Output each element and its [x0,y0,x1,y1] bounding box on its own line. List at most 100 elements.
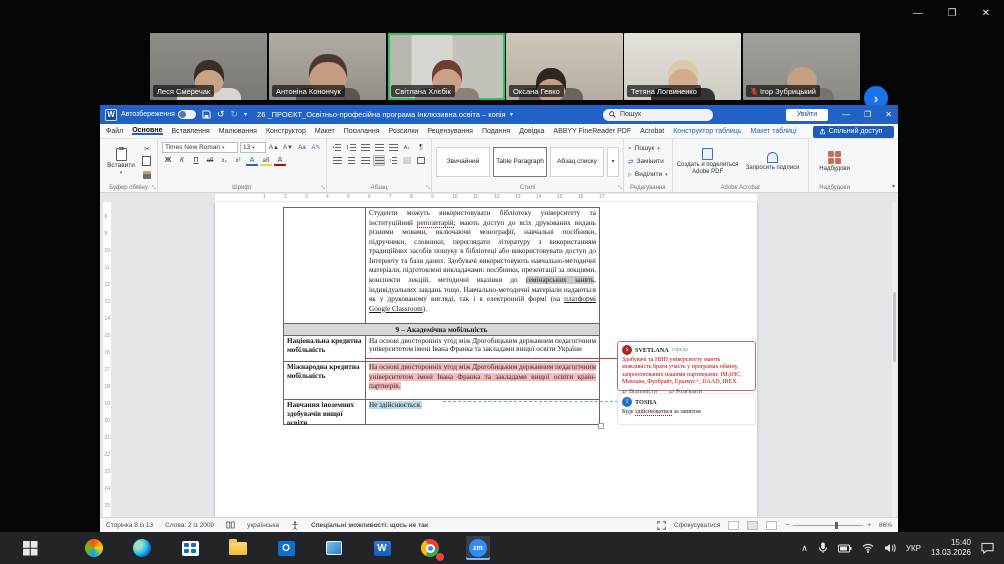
zoom-taskbar-button[interactable]: zm [466,536,490,560]
focus-button[interactable]: Сфокусуватися [674,522,720,529]
microphone-icon[interactable] [818,542,828,554]
clock[interactable]: 15:40 13.03.2026 [931,538,971,558]
tab-review[interactable]: Рецензування [427,128,473,135]
horizontal-ruler[interactable]: 1 2 3 4 5 6 7 8 9 10 11 12 13 14 15 16 17 [100,193,898,202]
tab-acrobat[interactable]: Acrobat [640,128,664,135]
borders-icon[interactable] [415,155,427,166]
select-button[interactable]: ▷ Виділити ▾ [628,169,668,180]
justify-icon[interactable] [373,155,385,166]
find-button[interactable]: ⌕ Пошук ▾ [628,143,668,154]
start-button[interactable] [18,536,42,560]
video-tile[interactable]: Антоніна Конончук [269,33,386,100]
volume-icon[interactable] [884,543,896,553]
language-indicator[interactable]: українська [247,522,279,529]
highlight-color-icon[interactable]: аб [260,155,272,166]
font-size-select[interactable]: 13 ▾ [240,142,266,153]
tab-home[interactable]: Основне [132,127,162,135]
video-tile[interactable]: Оксана Гевко [506,33,623,100]
battery-icon[interactable] [837,544,852,553]
italic-icon[interactable]: К [176,155,188,166]
show-marks-icon[interactable]: ¶ [415,142,427,153]
word-count[interactable]: Слова: 2 із 2009 [165,522,214,529]
photos-button[interactable] [322,536,346,560]
zoom-level[interactable]: 86% [879,522,892,529]
strikethrough-icon[interactable]: аб [204,155,216,166]
redo-icon[interactable]: ↻ [230,109,238,120]
store-button[interactable] [178,536,202,560]
cut-icon[interactable]: ✂ [141,143,153,154]
word-minimize-icon[interactable]: — [842,110,850,119]
table-cell-text[interactable]: На основі двосторонніх угод між Дрогобиц… [366,362,599,399]
document-page[interactable]: Студенти можуть використовувати бібліоте… [215,202,757,517]
numbering-icon[interactable]: 1 [345,142,357,153]
format-painter-icon[interactable] [141,169,153,180]
repository-link[interactable]: репозитарій [416,218,454,228]
zoom-slider[interactable]: − + [785,521,871,529]
video-tile-active-speaker[interactable]: Світлана Хлєбік [388,33,505,100]
increase-indent-icon[interactable] [387,142,399,153]
tab-table-layout[interactable]: Макет таблиці [750,128,796,135]
minimize-icon[interactable]: — [910,6,926,20]
save-icon[interactable] [202,110,211,119]
create-pdf-button[interactable]: Создать и поделиться Adobe PDF [677,142,739,181]
comment-card[interactable]: T TOSHA Буде здійснюватися за запитом [617,393,756,425]
maximize-icon[interactable]: ❐ [944,6,960,20]
styles-gallery-more-icon[interactable]: ▾ [607,146,619,177]
styles-dialog-launcher[interactable]: ⤡ [618,185,622,191]
tab-design[interactable]: Конструктор [266,128,306,135]
tab-draw[interactable]: Малювання [219,128,257,135]
undo-icon[interactable]: ↺ [217,109,225,120]
table-cell-text[interactable]: Не здійснюється. [366,400,599,424]
style-list-paragraph[interactable]: Абзац списку [550,146,604,177]
table-resize-handle[interactable] [598,423,604,429]
paste-button[interactable]: Вставити ▾ [104,142,138,181]
video-tile[interactable]: Тетяна Логвиненко [624,33,741,100]
print-layout-icon[interactable] [747,520,759,530]
table-cell-text[interactable]: Студенти можуть використовувати бібліоте… [366,208,599,323]
tab-file[interactable]: Файл [106,128,123,135]
collapse-ribbon-icon[interactable]: ▾ [892,183,895,190]
tab-mailings[interactable]: Розсилки [389,128,419,135]
align-center-icon[interactable] [345,155,357,166]
video-tile[interactable]: Леся Смеречак [150,33,267,100]
file-explorer-button[interactable] [226,536,250,560]
replace-button[interactable]: ⇄ Замінити [628,156,668,167]
autosave-toggle[interactable] [177,110,196,119]
style-normal[interactable]: Звичайний [436,146,490,177]
action-center-icon[interactable] [981,542,994,554]
scrollbar[interactable] [892,202,897,517]
shading-icon[interactable] [401,155,413,166]
edge-button[interactable] [130,536,154,560]
copilot-button[interactable] [82,536,106,560]
shrink-font-icon[interactable]: А▼ [282,142,294,153]
search-input[interactable]: Пошук [603,108,713,121]
clear-format-icon[interactable]: А✎ [310,142,322,153]
copy-icon[interactable] [141,155,153,167]
signin-button[interactable]: Увійти [786,108,828,121]
close-icon[interactable]: ✕ [978,6,994,20]
superscript-icon[interactable]: x² [232,155,244,166]
tab-view[interactable]: Подання [482,128,510,135]
vertical-ruler[interactable]: 8 9 10 11 12 13 14 15 16 17 18 19 20 21 22 23 24 25 [103,202,111,517]
page-indicator[interactable]: Сторінка 8 із 13 [106,522,153,529]
video-tile[interactable]: Ігор Зубрицький [743,33,860,100]
web-layout-icon[interactable] [766,520,778,530]
font-color-icon[interactable]: А [274,155,286,166]
word-taskbar-button[interactable]: W [370,536,394,560]
zoom-out-icon[interactable]: − [785,522,789,529]
language-switcher[interactable]: УКР [906,544,921,553]
accessibility-status[interactable]: Спеціальні можливості: щось не так [311,522,428,529]
outlook-button[interactable]: O [274,536,298,560]
tab-references[interactable]: Посилання [344,128,380,135]
tab-help[interactable]: Довідка [519,128,544,135]
decrease-indent-icon[interactable] [373,142,385,153]
title-chevron-icon[interactable]: ▾ [510,111,513,118]
multilevel-list-icon[interactable] [359,142,371,153]
grow-font-icon[interactable]: А▲ [268,142,280,153]
autosave-control[interactable]: Автозбереження [121,110,196,119]
comment-card[interactable]: S SVETLANA середа Здобувачі та НПП уніве… [617,341,756,396]
font-name-select[interactable]: Times New Roman ▾ [162,142,238,153]
bold-icon[interactable]: Ж [162,155,174,166]
style-table-paragraph[interactable]: Table Paragraph [493,146,547,177]
qat-more-icon[interactable]: ▾ [244,111,247,118]
